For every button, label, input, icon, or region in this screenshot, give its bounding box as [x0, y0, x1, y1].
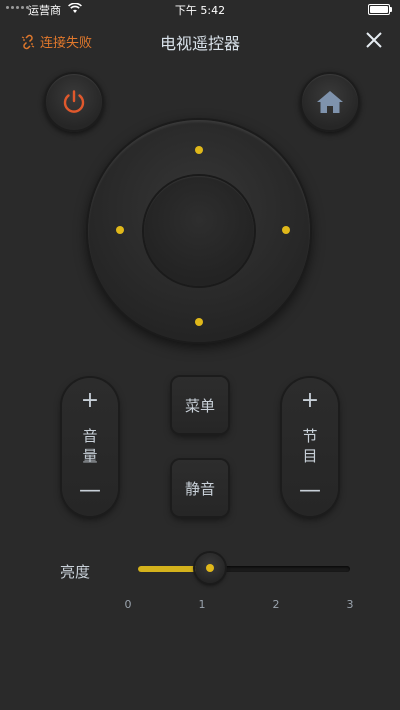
home-button[interactable]	[300, 72, 360, 132]
volume-label-text: 音量	[82, 427, 98, 465]
brightness-tick: 0	[124, 598, 132, 611]
ok-button[interactable]	[144, 176, 254, 286]
brightness-label: 亮度	[60, 563, 91, 581]
mute-button[interactable]: 静音	[172, 460, 228, 516]
volume-label: 音量	[62, 426, 118, 466]
dpad-right-button[interactable]	[282, 226, 290, 234]
brightness-ticks: 0 1 2 3	[0, 598, 400, 614]
channel-control: + 节目 —	[282, 378, 338, 516]
power-button[interactable]	[44, 72, 104, 132]
brightness-tick: 3	[346, 598, 354, 611]
close-icon[interactable]	[364, 30, 384, 50]
top-bar: 连接失败 电视遥控器	[0, 22, 400, 58]
direction-pad	[88, 120, 310, 342]
channel-label: 节目	[282, 426, 338, 466]
dpad-down-button[interactable]	[195, 318, 203, 326]
brightness-slider[interactable]	[138, 553, 350, 583]
power-icon	[63, 90, 85, 113]
battery-icon	[368, 4, 392, 15]
brightness-tick: 1	[198, 598, 206, 611]
home-icon	[317, 91, 343, 113]
page-title: 电视遥控器	[159, 34, 240, 53]
status-time: 下午 5:42	[174, 4, 226, 17]
dpad-up-button[interactable]	[195, 146, 203, 154]
dpad-left-button[interactable]	[116, 226, 124, 234]
volume-down-button[interactable]: —	[62, 480, 118, 502]
volume-control: + 音量 —	[62, 378, 118, 516]
channel-label-text: 节目	[302, 427, 318, 465]
channel-up-button[interactable]: +	[282, 390, 338, 412]
channel-down-button[interactable]: —	[282, 480, 338, 502]
brightness-slider-thumb[interactable]	[195, 553, 225, 583]
brightness-tick: 2	[272, 598, 280, 611]
status-bar: 运营商 下午 5:42	[0, 0, 400, 20]
volume-up-button[interactable]: +	[62, 390, 118, 412]
menu-button[interactable]: 菜单	[172, 377, 228, 433]
